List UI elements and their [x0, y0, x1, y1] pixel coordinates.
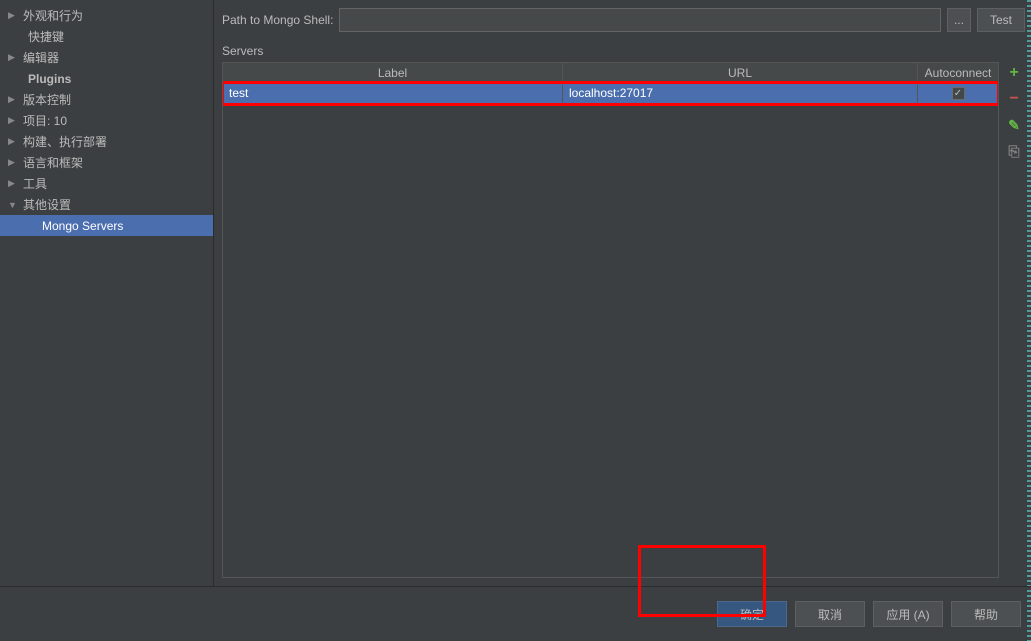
settings-sidebar: 外观和行为 快捷键 编辑器 Plugins 版本控制 项目: 10 构建、执行部…: [0, 0, 214, 586]
path-label: Path to Mongo Shell:: [222, 13, 333, 27]
sidebar-item-mongo-servers[interactable]: Mongo Servers: [0, 215, 213, 236]
content-panel: Path to Mongo Shell: ... Test Servers La…: [214, 0, 1031, 586]
column-header-url[interactable]: URL: [563, 63, 918, 82]
chevron-down-icon: [8, 200, 20, 210]
chevron-right-icon: [8, 52, 20, 63]
sidebar-item-project[interactable]: 项目: 10: [0, 110, 213, 131]
autoconnect-checkbox[interactable]: ✓: [952, 87, 965, 100]
cell-label: test: [223, 83, 563, 103]
ok-button[interactable]: 确定: [717, 601, 787, 627]
table-header: Label URL Autoconnect: [223, 63, 998, 83]
servers-label: Servers: [222, 44, 1025, 58]
chevron-right-icon: [8, 178, 20, 189]
sidebar-item-keymap[interactable]: 快捷键: [0, 26, 213, 47]
mongo-shell-path-input[interactable]: [339, 8, 941, 32]
copy-icon[interactable]: ⎘: [1005, 142, 1023, 160]
sidebar-item-other-settings[interactable]: 其他设置: [0, 194, 213, 215]
column-header-label[interactable]: Label: [223, 63, 563, 82]
table-row[interactable]: test localhost:27017 ✓: [223, 83, 998, 103]
column-header-autoconnect[interactable]: Autoconnect: [918, 63, 998, 82]
add-icon[interactable]: +: [1005, 64, 1023, 82]
test-button[interactable]: Test: [977, 8, 1025, 32]
sidebar-item-plugins[interactable]: Plugins: [0, 68, 213, 89]
sidebar-item-version-control[interactable]: 版本控制: [0, 89, 213, 110]
apply-button[interactable]: 应用 (A): [873, 601, 943, 627]
chevron-right-icon: [8, 10, 20, 21]
servers-table: Label URL Autoconnect test localhost:270…: [222, 62, 999, 578]
sidebar-item-appearance[interactable]: 外观和行为: [0, 5, 213, 26]
edit-icon[interactable]: ✎: [1005, 116, 1023, 134]
sidebar-item-tools[interactable]: 工具: [0, 173, 213, 194]
chevron-right-icon: [8, 157, 20, 168]
chevron-right-icon: [8, 115, 20, 126]
browse-button[interactable]: ...: [947, 8, 971, 32]
dialog-footer: 确定 取消 应用 (A) 帮助: [0, 586, 1031, 641]
cancel-button[interactable]: 取消: [795, 601, 865, 627]
sidebar-item-build[interactable]: 构建、执行部署: [0, 131, 213, 152]
cell-autoconnect: ✓: [918, 83, 998, 103]
chevron-right-icon: [8, 94, 20, 105]
scroll-indicator: [1027, 0, 1031, 586]
chevron-right-icon: [8, 136, 20, 147]
table-toolbar: + − ✎ ⎘: [1005, 62, 1025, 578]
cell-url: localhost:27017: [563, 83, 918, 103]
sidebar-item-languages[interactable]: 语言和框架: [0, 152, 213, 173]
remove-icon[interactable]: −: [1005, 90, 1023, 108]
help-button[interactable]: 帮助: [951, 601, 1021, 627]
sidebar-item-editor[interactable]: 编辑器: [0, 47, 213, 68]
